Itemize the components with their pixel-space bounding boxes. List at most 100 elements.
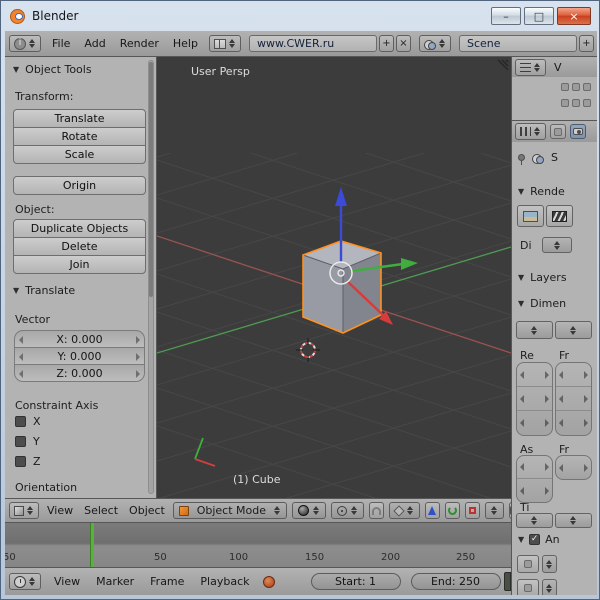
menu-marker[interactable]: Marker [93,575,137,588]
screen-name-field[interactable]: www.CWER.ru [249,35,377,52]
origin-button[interactable]: Origin [13,176,146,195]
time-old-field[interactable] [516,513,553,528]
screen-layout-browse-button[interactable] [209,35,241,52]
menu-add[interactable]: Add [81,37,108,50]
translate-panel-header[interactable]: ▼ Translate [13,284,75,297]
antialiasing-checkbox[interactable]: ✓ [529,534,540,545]
aa-samples-button[interactable] [517,555,539,573]
outliner-row[interactable] [512,83,597,91]
add-screen-button[interactable]: + [379,35,394,52]
current-frame-playhead[interactable] [90,523,94,567]
snap-element-dropdown[interactable] [389,502,420,519]
render-panel-header[interactable]: ▼ Rende [518,185,565,198]
aa-filter-stepper[interactable] [542,579,557,595]
renderable-camera-icon[interactable] [583,99,591,107]
delete-screen-button[interactable]: × [396,35,411,52]
frame-range-fields[interactable] [555,362,592,436]
scene-browse-button[interactable] [419,35,451,52]
frame-rate-field[interactable] [555,455,592,480]
frame-start-field[interactable] [556,363,591,387]
render-preset-dropdown[interactable] [555,321,592,339]
tab-scene[interactable] [550,124,566,139]
tool-shelf-scrollbar[interactable] [148,60,154,494]
area-resize-corner[interactable] [498,60,508,70]
menu-object[interactable]: Object [126,504,168,517]
translate-button[interactable]: Translate [13,109,146,128]
properties-editor-selector[interactable] [515,123,546,140]
frame-end-field[interactable] [556,387,591,411]
viewport-editor-selector[interactable] [9,502,39,519]
autokey-record-icon[interactable] [263,576,275,588]
timeline-ruler[interactable]: 50 50 100 150 200 250 [5,523,511,567]
vector-z-field[interactable]: Z: 0.000 [14,364,145,382]
renderable-camera-icon[interactable] [583,83,591,91]
resolution-percent-field[interactable] [517,411,552,435]
info-editor-selector[interactable]: i [9,35,41,52]
selectable-arrow-icon[interactable] [572,99,580,107]
add-scene-button[interactable]: + [579,35,594,52]
timeline-editor-selector[interactable] [9,573,41,590]
render-animation-button[interactable] [546,205,573,227]
constraint-z-checkbox[interactable] [15,456,26,467]
frame-start-field[interactable]: Start: 1 [311,573,401,590]
visibility-eye-icon[interactable] [561,99,569,107]
dimensions-panel-header[interactable]: ▼ Dimen [518,297,566,310]
constraint-x-checkbox[interactable] [15,416,26,427]
constraint-y-checkbox[interactable] [15,436,26,447]
aa-filter-button[interactable] [517,579,539,595]
outliner-row[interactable] [512,99,597,107]
maximize-button[interactable]: □ [524,7,554,25]
shading-dropdown[interactable] [292,502,326,519]
selectable-arrow-icon[interactable] [572,83,580,91]
orientation-dropdown[interactable] [485,502,504,519]
close-button[interactable]: × [557,7,591,25]
current-frame-field[interactable] [504,572,511,591]
object-tools-panel-header[interactable]: ▼ Object Tools [13,63,92,76]
menu-render[interactable]: Render [117,37,162,50]
menu-select[interactable]: Select [81,504,121,517]
display-dropdown[interactable] [542,237,572,253]
menu-frame[interactable]: Frame [147,575,187,588]
time-new-field[interactable] [555,513,592,528]
rotate-button[interactable]: Rotate [13,127,146,146]
delete-button[interactable]: Delete [13,237,146,256]
manipulator-rotate-button[interactable] [445,502,460,519]
aspect-x-field[interactable] [517,456,552,479]
frame-step-field[interactable] [556,411,591,435]
join-button[interactable]: Join [13,255,146,274]
scale-button[interactable]: Scale [13,145,146,164]
pivot-dropdown[interactable] [331,502,364,519]
scrollbar-thumb[interactable] [149,62,153,297]
menu-view[interactable]: View [44,504,76,517]
menu-file[interactable]: File [49,37,73,50]
manipulator-translate-button[interactable] [425,502,440,519]
mode-dropdown[interactable]: Object Mode [173,502,287,519]
menu-help[interactable]: Help [170,37,201,50]
render-preset-dropdown[interactable] [516,321,553,339]
resolution-fields[interactable] [516,362,553,436]
outliner-view-menu[interactable]: V [551,61,565,74]
frame-end-field[interactable]: End: 250 [411,573,501,590]
layers-panel-header[interactable]: ▼ Layers [518,271,567,284]
render-image-button[interactable] [517,205,544,227]
antialiasing-panel-header[interactable]: ▼ ✓ An [518,533,560,546]
manipulator-scale-button[interactable] [465,502,480,519]
aspect-y-field[interactable] [517,479,552,502]
tab-render[interactable] [570,124,586,139]
scene-name-field[interactable]: Scene [459,35,577,52]
minimize-button[interactable]: – [491,7,521,25]
opengl-render-button[interactable] [509,502,511,519]
resolution-x-field[interactable] [517,363,552,387]
aa-samples-stepper[interactable] [542,555,557,573]
vector-x-field[interactable]: X: 0.000 [14,330,145,348]
outliner-editor-selector[interactable] [515,59,546,76]
visibility-eye-icon[interactable] [561,83,569,91]
vector-y-field[interactable]: Y: 0.000 [14,347,145,365]
snap-toggle-button[interactable] [369,502,384,519]
viewport-3d[interactable]: User Persp (1) Cube [157,57,511,498]
resolution-y-field[interactable] [517,387,552,411]
aspect-fields[interactable] [516,455,553,503]
menu-playback[interactable]: Playback [197,575,252,588]
pin-icon[interactable] [518,154,525,161]
menu-view[interactable]: View [51,575,83,588]
